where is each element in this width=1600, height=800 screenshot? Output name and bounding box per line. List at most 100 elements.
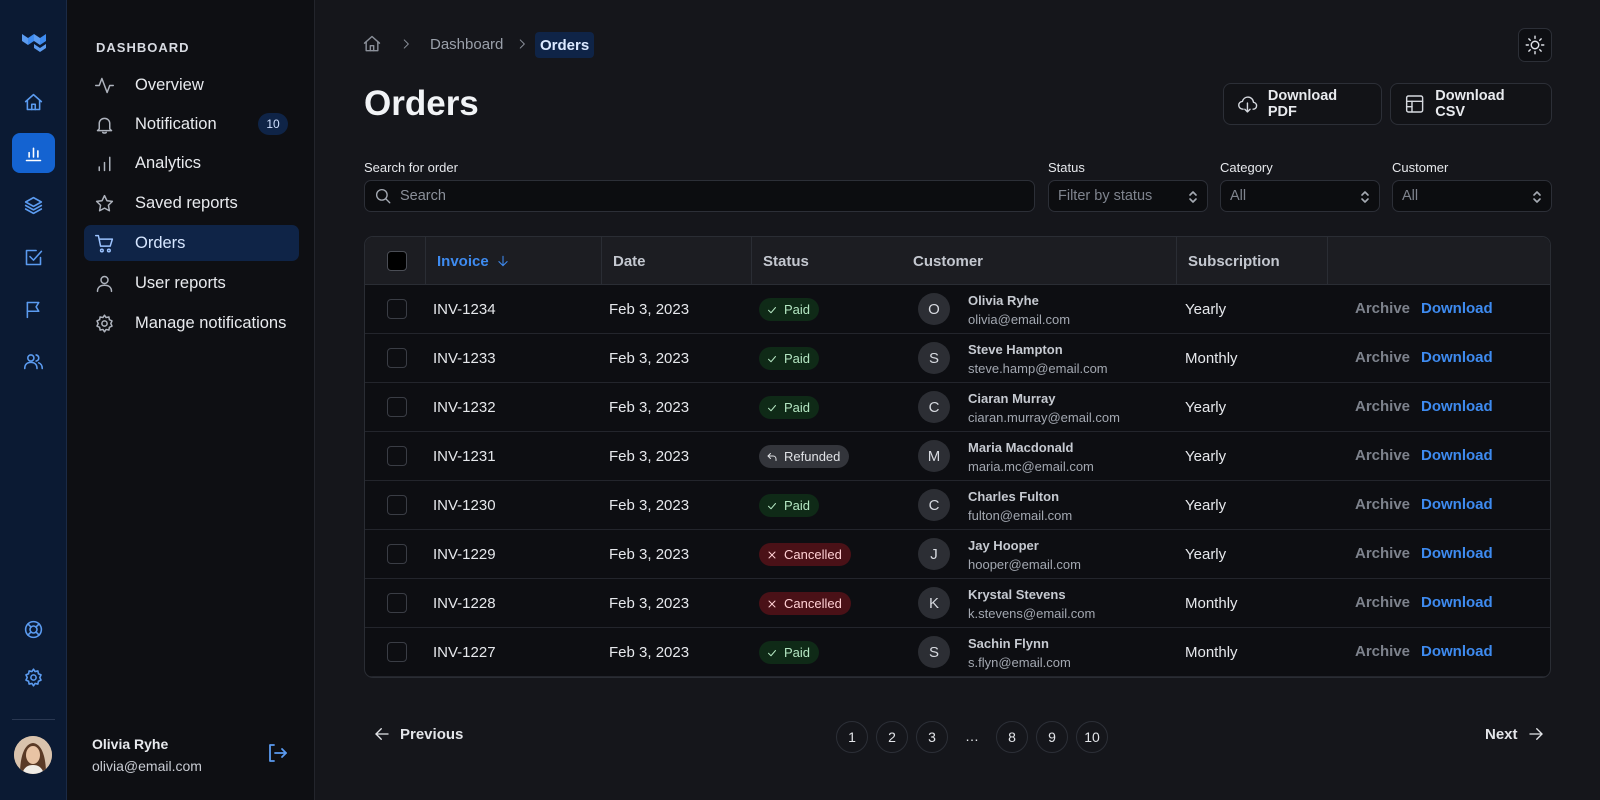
activity-icon [95,77,114,93]
status-filter-select[interactable]: Filter by status [1048,180,1208,212]
download-link[interactable]: Download [1421,545,1493,562]
archive-link[interactable]: Archive [1355,545,1410,562]
row-checkbox[interactable] [387,642,407,662]
customer-avatar: K [918,587,950,619]
rail-support-button[interactable] [12,609,55,649]
gear-icon [25,667,42,687]
download-link[interactable]: Download [1421,300,1493,317]
chevron-up-down-icon [1189,191,1197,203]
table-row: INV-1229 Feb 3, 2023 Cancelled J Jay Hooper h… [365,530,1550,579]
rail-layers-button[interactable] [12,185,55,225]
x-icon [768,551,776,558]
column-header-invoice[interactable]: Invoice [437,237,510,285]
user-name: Olivia Ryhe [92,736,169,752]
page-number-button[interactable]: 8 [996,721,1028,753]
page-number-button[interactable]: 2 [876,721,908,753]
page-number-button[interactable]: 10 [1076,721,1108,753]
sidebar-item-orders[interactable]: Orders [84,225,299,261]
breadcrumb-home[interactable] [362,34,382,54]
table-icon [1405,95,1424,113]
sidebar-item-manage-notifications[interactable]: Manage notifications [84,305,299,341]
date-cell: Feb 3, 2023 [609,398,690,416]
checkbox-icon [25,249,43,265]
theme-toggle-button[interactable] [1518,28,1552,62]
rail-users-button[interactable] [12,341,55,381]
column-header-subscription[interactable]: Subscription [1188,237,1280,285]
customer-avatar: C [918,489,950,521]
breadcrumb-current: Orders [535,32,595,58]
download-link[interactable]: Download [1421,643,1493,660]
invoice-cell: INV-1230 [433,496,496,514]
customer-filter-select[interactable]: All [1392,180,1552,212]
download-link[interactable]: Download [1421,496,1493,513]
download-pdf-button[interactable]: Download PDF [1223,83,1382,125]
category-filter-select[interactable]: All [1220,180,1380,212]
search-input[interactable] [400,188,1000,204]
archive-link[interactable]: Archive [1355,349,1410,366]
archive-link[interactable]: Archive [1355,300,1410,317]
sidebar-item-overview[interactable]: Overview [84,67,299,103]
sidebar-item-notification[interactable]: Notification 10 [84,106,299,142]
x-icon [768,600,776,607]
download-link[interactable]: Download [1421,398,1493,415]
sidebar-item-label: Orders [135,233,186,252]
rail-settings-button[interactable] [12,657,55,697]
customer-avatar: O [918,293,950,325]
subscription-cell: Yearly [1185,496,1227,514]
user-avatar[interactable] [14,736,52,774]
sidebar-item-user-reports[interactable]: User reports [84,265,299,301]
check-icon [768,404,776,411]
rail-analytics-button[interactable] [12,133,55,173]
status-badge-label: Paid [784,351,811,366]
customer-filter-label: Customer [1392,160,1449,175]
home-icon [363,35,381,52]
customer-email: fulton@email.com [968,508,1073,523]
archive-link[interactable]: Archive [1355,643,1410,660]
archive-link[interactable]: Archive [1355,447,1410,464]
page-number-button[interactable]: 3 [916,721,948,753]
row-checkbox[interactable] [387,495,407,515]
rail-home-button[interactable] [12,82,55,122]
download-link[interactable]: Download [1421,349,1493,366]
row-checkbox[interactable] [387,348,407,368]
icon-rail [0,0,67,800]
logout-button[interactable] [265,741,291,767]
customer-avatar: M [918,440,950,472]
column-header-status[interactable]: Status [763,237,809,285]
column-header-date[interactable]: Date [613,237,646,285]
archive-link[interactable]: Archive [1355,594,1410,611]
row-checkbox[interactable] [387,446,407,466]
status-badge-label: Paid [784,498,811,513]
row-checkbox[interactable] [387,593,407,613]
arrow-left-icon [375,728,389,740]
home-icon [24,93,43,110]
download-link[interactable]: Download [1421,594,1493,611]
rail-flag-button[interactable] [12,289,55,329]
row-checkbox[interactable] [387,544,407,564]
date-cell: Feb 3, 2023 [609,643,690,661]
logo-icon[interactable] [20,30,48,54]
column-header-customer[interactable]: Customer [913,237,983,285]
download-link[interactable]: Download [1421,447,1493,464]
row-checkbox[interactable] [387,299,407,319]
download-csv-button[interactable]: Download CSV [1390,83,1552,125]
page-number-button[interactable]: 9 [1036,721,1068,753]
sun-icon [1525,35,1545,55]
page-number-button[interactable]: 1 [836,721,868,753]
archive-link[interactable]: Archive [1355,496,1410,513]
breadcrumb-dashboard-link[interactable]: Dashboard [430,36,503,53]
rail-tasks-button[interactable] [12,237,55,277]
archive-link[interactable]: Archive [1355,398,1410,415]
check-icon [768,649,776,656]
chevron-up-down-icon [1361,191,1369,203]
status-badge-label: Paid [784,302,811,317]
date-cell: Feb 3, 2023 [609,594,690,612]
row-checkbox[interactable] [387,397,407,417]
search-label: Search for order [364,160,458,175]
sidebar-item-analytics[interactable]: Analytics [84,145,299,181]
previous-page-button[interactable]: Previous [373,725,463,743]
sidebar-item-saved-reports[interactable]: Saved reports [84,185,299,221]
invoice-cell: INV-1229 [433,545,496,563]
select-all-checkbox[interactable] [387,251,407,271]
next-page-button[interactable]: Next [1485,725,1545,743]
